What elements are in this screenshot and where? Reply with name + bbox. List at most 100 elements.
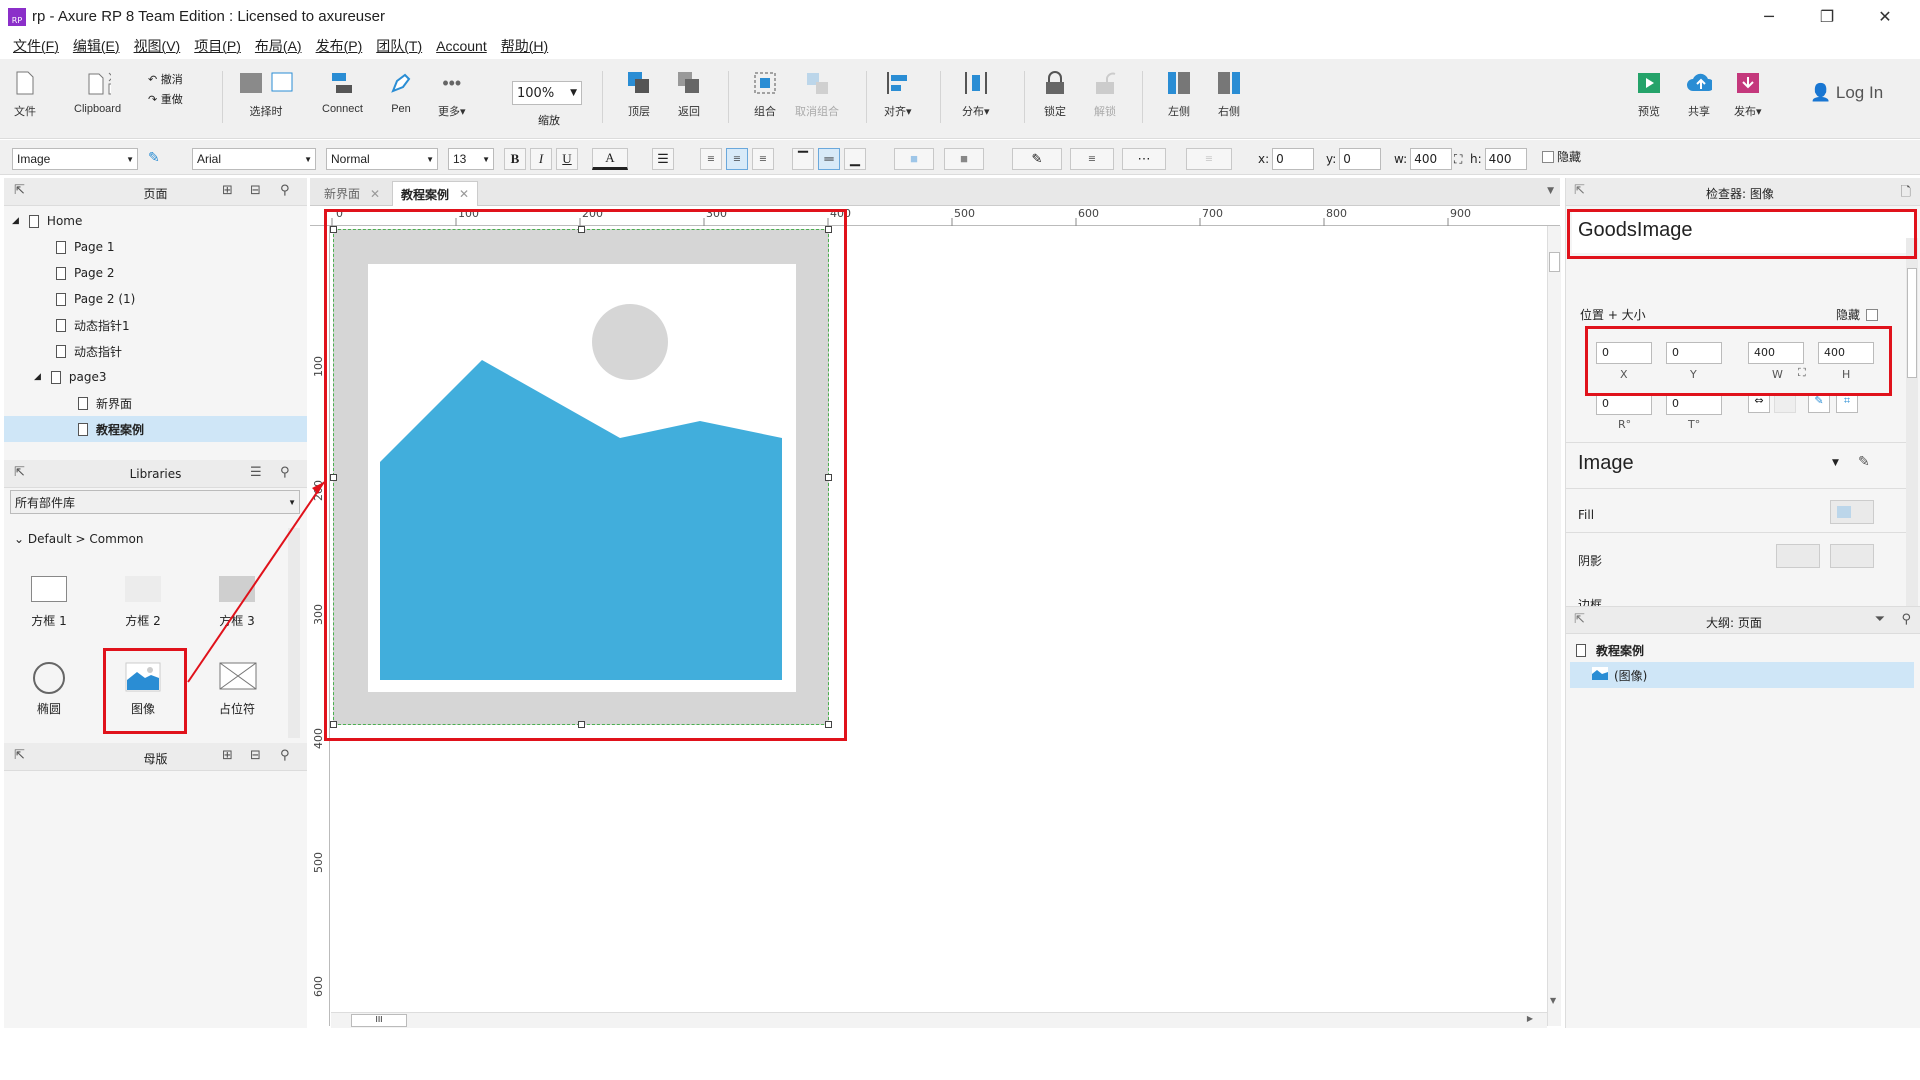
align-text-center-icon[interactable]: ≡ xyxy=(726,148,748,170)
scroll-thumb[interactable]: III xyxy=(351,1014,407,1027)
menu-help[interactable]: 帮助(H) xyxy=(501,36,548,56)
connect-button[interactable]: Connect xyxy=(322,69,363,115)
edit-pen-icon[interactable]: ✎ xyxy=(1808,393,1830,413)
vertical-scrollbar[interactable]: ▼ xyxy=(1547,226,1561,1026)
tree-item-dynamic-pointer[interactable]: 动态指针 xyxy=(4,338,307,364)
outline-page-row[interactable]: 教程案例 xyxy=(1576,638,1644,662)
ungroup-button[interactable]: 取消组合 xyxy=(795,69,839,119)
hidden-checkbox[interactable] xyxy=(1542,150,1554,163)
lock-button[interactable]: 锁定 xyxy=(1042,69,1068,119)
close-button[interactable]: ✕ xyxy=(1856,0,1914,33)
crop-icon[interactable]: ⌗ xyxy=(1836,393,1858,413)
expand-icon[interactable]: ◢ xyxy=(34,372,41,382)
y-field[interactable]: y: 0 xyxy=(1326,148,1382,170)
scroll-thumb[interactable] xyxy=(1907,268,1917,378)
text-rotation-input[interactable]: 0 xyxy=(1666,393,1722,415)
publish-button[interactable]: 发布▾ xyxy=(1734,69,1762,119)
edit-style-icon[interactable]: ✎ xyxy=(1858,454,1870,470)
unlock-button[interactable]: 解锁 xyxy=(1092,69,1118,119)
group-button[interactable]: 组合 xyxy=(752,69,778,119)
clipboard-button[interactable]: Clipboard xyxy=(74,69,121,115)
tree-item-dynamic-pointer-1[interactable]: 动态指针1 xyxy=(4,312,307,338)
tab-new-interface[interactable]: 新界面 ✕ xyxy=(316,181,388,206)
search-icon[interactable]: ⚲ xyxy=(280,748,290,763)
tree-item-page2[interactable]: Page 2 xyxy=(4,260,307,286)
chevron-down-icon[interactable]: ▼ xyxy=(1832,458,1839,468)
tab-tutorial[interactable]: 教程案例 ✕ xyxy=(392,181,479,206)
library-group-header[interactable]: ⌄ Default > Common xyxy=(14,532,143,546)
minimize-button[interactable]: ─ xyxy=(1740,0,1798,33)
close-icon[interactable]: ✕ xyxy=(370,187,380,201)
filter-icon[interactable]: ⏷ xyxy=(1875,612,1885,627)
collapse-icon[interactable]: ⇱ xyxy=(14,183,25,198)
font-size-select[interactable]: 13 ▼ xyxy=(448,148,494,170)
close-icon[interactable]: ✕ xyxy=(459,187,469,201)
widget-box-2[interactable]: 方框 2 xyxy=(108,576,178,629)
y-input[interactable]: 0 xyxy=(1339,148,1382,170)
tree-item-page3[interactable]: ◢ page3 xyxy=(4,364,307,390)
valign-middle-icon[interactable]: ═ xyxy=(818,148,840,170)
add-master-icon[interactable]: ⊞ xyxy=(222,748,233,763)
fit-text-icon[interactable]: ⇔ xyxy=(1748,393,1770,413)
bullet-list-icon[interactable]: ☰ xyxy=(652,148,674,170)
menu-project[interactable]: 项目(P) xyxy=(194,36,241,56)
auto-fit-icon[interactable] xyxy=(1774,393,1796,413)
select-mode-button[interactable]: 选择时 xyxy=(236,69,296,119)
w-field[interactable]: w: 400 xyxy=(1394,148,1453,170)
fill-color-button[interactable] xyxy=(1830,500,1874,524)
collapse-icon[interactable]: ⇱ xyxy=(14,748,25,763)
arrow-style-icon[interactable]: ≡ xyxy=(1186,148,1232,170)
right-button[interactable]: 右侧 xyxy=(1216,69,1242,119)
send-back-button[interactable]: 返回 xyxy=(676,69,702,119)
x-input[interactable]: 0 xyxy=(1272,148,1315,170)
notes-page-icon[interactable]: 🗋 xyxy=(1901,183,1911,205)
undo-button[interactable]: ↶ 撤消 xyxy=(148,71,183,87)
x-field[interactable]: x: 0 xyxy=(1258,148,1315,170)
h-field[interactable]: h: 400 xyxy=(1470,148,1527,170)
font-color-button[interactable]: A xyxy=(592,148,628,170)
edit-style-icon[interactable]: ✎ xyxy=(148,150,160,166)
maximize-button[interactable]: ❐ xyxy=(1798,0,1856,33)
add-folder-icon[interactable]: ⊟ xyxy=(250,748,261,763)
search-icon[interactable]: ⚲ xyxy=(1901,612,1911,627)
align-button[interactable]: 对齐▾ xyxy=(884,69,912,119)
distribute-button[interactable]: 分布▾ xyxy=(962,69,990,119)
tree-item-new-interface[interactable]: 新界面 xyxy=(4,390,307,416)
widget-box-1[interactable]: 方框 1 xyxy=(14,576,84,629)
bring-to-top-button[interactable]: 顶层 xyxy=(626,69,652,119)
collapse-icon[interactable]: ⇱ xyxy=(1574,612,1585,627)
hidden-checkbox[interactable] xyxy=(1866,308,1879,321)
font-family-select[interactable]: Arial ▼ xyxy=(192,148,316,170)
collapse-icon[interactable]: ⇱ xyxy=(1574,183,1585,198)
line-style-icon[interactable]: ⋯ xyxy=(1122,148,1166,170)
h-input[interactable]: 400 xyxy=(1484,148,1527,170)
menu-arrange[interactable]: 布局(A) xyxy=(255,36,302,56)
redo-button[interactable]: ↷ 重做 xyxy=(148,91,183,107)
align-text-left-icon[interactable]: ≡ xyxy=(700,148,722,170)
menu-account[interactable]: Account xyxy=(436,38,487,54)
inspector-scrollbar[interactable] xyxy=(1906,238,1918,608)
w-input[interactable]: 400 xyxy=(1410,148,1453,170)
file-button[interactable]: 文件 xyxy=(12,69,38,119)
scroll-down-icon[interactable]: ▼ xyxy=(1550,996,1556,1005)
menu-publish[interactable]: 发布(P) xyxy=(316,36,363,56)
shadow-button[interactable]: ■ xyxy=(944,148,984,170)
preview-button[interactable]: 预览 xyxy=(1636,69,1662,119)
inspector-hidden-toggle[interactable]: 隐藏 xyxy=(1836,306,1879,323)
tab-list-chevron-icon[interactable]: ▼ xyxy=(1547,186,1554,196)
menu-edit[interactable]: 编辑(E) xyxy=(73,36,120,56)
tree-item-home[interactable]: ◢ Home xyxy=(4,208,307,234)
add-folder-icon[interactable]: ⊟ xyxy=(250,183,261,198)
italic-button[interactable]: I xyxy=(530,148,552,170)
collapse-icon[interactable]: ⇱ xyxy=(14,465,25,480)
expand-icon[interactable]: ◢ xyxy=(12,216,19,226)
line-width-icon[interactable]: ≡ xyxy=(1070,148,1114,170)
align-text-right-icon[interactable]: ≡ xyxy=(752,148,774,170)
login-button[interactable]: 👤 Log In xyxy=(1810,83,1883,103)
add-page-icon[interactable]: ⊞ xyxy=(222,183,233,198)
tree-item-page2-1[interactable]: Page 2 (1) xyxy=(4,286,307,312)
hidden-toggle[interactable]: 隐藏 xyxy=(1542,148,1581,165)
menu-view[interactable]: 视图(V) xyxy=(134,36,181,56)
line-color-icon[interactable]: ✎ xyxy=(1012,148,1062,170)
lock-ratio-icon[interactable]: ⛶ xyxy=(1454,152,1462,167)
